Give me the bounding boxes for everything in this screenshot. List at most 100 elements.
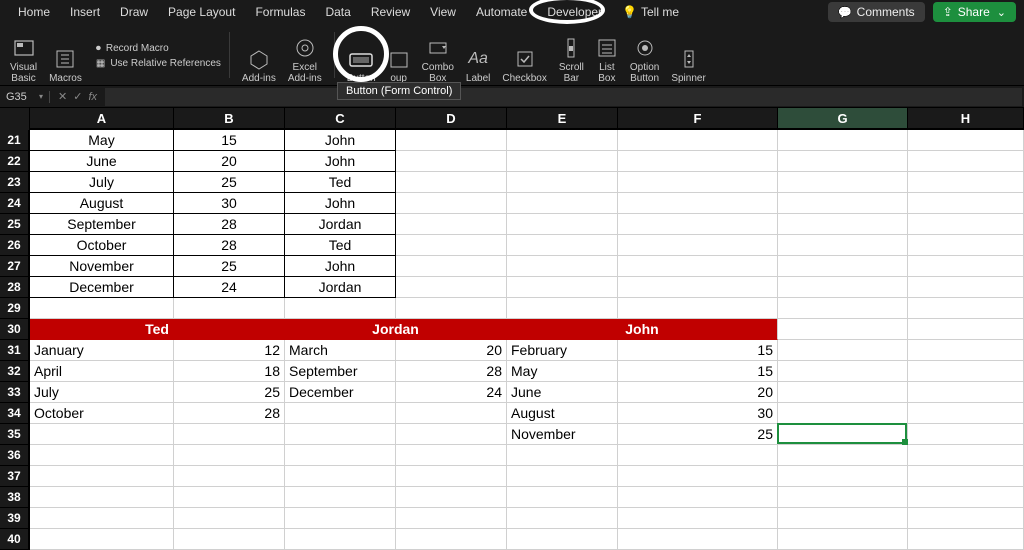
menu-page-layout[interactable]: Page Layout <box>158 2 245 22</box>
col-header-H[interactable]: H <box>908 108 1024 130</box>
ribbon-button[interactable]: Button <box>343 28 380 84</box>
cell[interactable]: John <box>285 151 396 172</box>
cell[interactable] <box>507 193 618 214</box>
cell[interactable] <box>778 214 908 235</box>
cell[interactable] <box>908 361 1024 382</box>
cell[interactable] <box>618 256 778 277</box>
ribbon-option-button[interactable]: Option Button <box>626 28 663 84</box>
cell[interactable] <box>285 403 396 424</box>
menu-home[interactable]: Home <box>8 2 60 22</box>
cell[interactable] <box>908 214 1024 235</box>
cell[interactable] <box>396 529 507 550</box>
row-header[interactable]: 32 <box>0 361 30 382</box>
ribbon-addins[interactable]: Add-ins <box>238 28 280 84</box>
cell[interactable]: March <box>285 340 396 361</box>
cell[interactable]: October <box>30 235 174 256</box>
cell[interactable]: 25 <box>174 172 285 193</box>
cell[interactable]: April <box>30 361 174 382</box>
cell[interactable]: 15 <box>618 361 778 382</box>
cell[interactable] <box>30 508 174 529</box>
cell[interactable] <box>908 193 1024 214</box>
cell[interactable] <box>30 529 174 550</box>
cell[interactable] <box>908 466 1024 487</box>
cell[interactable] <box>908 529 1024 550</box>
cell[interactable] <box>507 487 618 508</box>
cell[interactable] <box>507 172 618 193</box>
cell[interactable] <box>908 424 1024 445</box>
cell[interactable]: 12 <box>174 340 285 361</box>
cell[interactable] <box>778 319 908 340</box>
row-header[interactable]: 40 <box>0 529 30 550</box>
cell[interactable] <box>507 277 618 298</box>
ribbon-checkbox[interactable]: Checkbox <box>498 28 550 84</box>
cell[interactable]: 28 <box>174 214 285 235</box>
cell[interactable] <box>618 193 778 214</box>
cell[interactable]: November <box>507 424 618 445</box>
row-header[interactable]: 39 <box>0 508 30 529</box>
cell[interactable]: 15 <box>618 340 778 361</box>
cell[interactable]: October <box>30 403 174 424</box>
cell[interactable] <box>618 508 778 529</box>
cell[interactable] <box>778 361 908 382</box>
cell[interactable] <box>618 151 778 172</box>
cell[interactable] <box>618 214 778 235</box>
col-header-C[interactable]: C <box>285 108 396 130</box>
row-header[interactable]: 28 <box>0 277 30 298</box>
cell[interactable] <box>285 508 396 529</box>
cell[interactable] <box>30 298 174 319</box>
cell[interactable] <box>396 487 507 508</box>
ribbon-excel-addins[interactable]: Excel Add-ins <box>284 28 326 84</box>
cell[interactable] <box>908 277 1024 298</box>
cell[interactable] <box>908 487 1024 508</box>
cell[interactable] <box>285 529 396 550</box>
cell[interactable] <box>618 172 778 193</box>
row-header[interactable]: 29 <box>0 298 30 319</box>
cell[interactable]: Ted <box>285 235 396 256</box>
cell[interactable]: 25 <box>618 424 778 445</box>
cell[interactable] <box>30 424 174 445</box>
cell[interactable] <box>396 193 507 214</box>
menu-view[interactable]: View <box>420 2 466 22</box>
cell[interactable]: September <box>30 214 174 235</box>
cell[interactable]: Ted <box>285 172 396 193</box>
ribbon-visual-basic[interactable]: Visual Basic <box>6 28 41 84</box>
row-header[interactable]: 27 <box>0 256 30 277</box>
menu-draw[interactable]: Draw <box>110 2 158 22</box>
name-box[interactable]: G35 <box>0 91 50 103</box>
cell[interactable]: January <box>30 340 174 361</box>
cell[interactable] <box>908 508 1024 529</box>
cell[interactable] <box>908 151 1024 172</box>
cell[interactable]: July <box>30 382 174 403</box>
cell[interactable] <box>396 151 507 172</box>
ribbon-combo-box[interactable]: Combo Box <box>418 28 458 84</box>
ribbon-list-box[interactable]: List Box <box>592 28 622 84</box>
cell[interactable]: December <box>285 382 396 403</box>
row-header[interactable]: 35 <box>0 424 30 445</box>
row-header[interactable]: 31 <box>0 340 30 361</box>
cell[interactable] <box>285 298 396 319</box>
cell[interactable] <box>507 466 618 487</box>
menu-developer[interactable]: Developer <box>537 2 612 22</box>
header-ted[interactable]: Ted <box>30 319 285 340</box>
cell[interactable] <box>908 319 1024 340</box>
row-header[interactable]: 26 <box>0 235 30 256</box>
cell[interactable] <box>618 298 778 319</box>
cell[interactable]: 20 <box>618 382 778 403</box>
cell[interactable] <box>396 235 507 256</box>
cell[interactable]: June <box>507 382 618 403</box>
use-relative-references-button[interactable]: ▦Use Relative References <box>96 58 221 69</box>
col-header-F[interactable]: F <box>618 108 778 130</box>
cell[interactable] <box>778 151 908 172</box>
cell[interactable] <box>778 424 908 445</box>
cell[interactable]: 24 <box>174 277 285 298</box>
cell[interactable] <box>174 298 285 319</box>
col-header-A[interactable]: A <box>30 108 174 130</box>
cell[interactable]: 15 <box>174 130 285 151</box>
cell[interactable]: 24 <box>396 382 507 403</box>
cell[interactable] <box>396 256 507 277</box>
ribbon-macros[interactable]: Macros <box>45 28 86 84</box>
cell[interactable] <box>778 466 908 487</box>
cell[interactable]: 30 <box>174 193 285 214</box>
cell[interactable] <box>396 403 507 424</box>
header-john[interactable]: John <box>507 319 778 340</box>
